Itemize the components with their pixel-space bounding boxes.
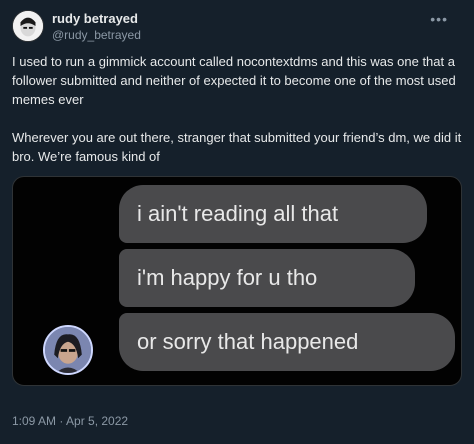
message-bubble: i ain't reading all that — [119, 185, 427, 243]
tweet-header: rudy betrayed @rudy_betrayed ••• — [12, 10, 462, 46]
author-handle[interactable]: @rudy_betrayed — [52, 27, 141, 43]
message-bubble: or sorry that happened — [119, 313, 455, 371]
tweet-card: rudy betrayed @rudy_betrayed ••• I used … — [0, 0, 474, 444]
author-names: rudy betrayed @rudy_betrayed — [52, 11, 141, 43]
tweet-media-image[interactable]: i ain't reading all that i'm happy for u… — [12, 176, 462, 386]
message-bubble: i'm happy for u tho — [119, 249, 415, 307]
tweet-paragraph: Wherever you are out there, stranger tha… — [12, 130, 462, 164]
author-avatar[interactable] — [12, 10, 44, 42]
sender-avatar — [43, 325, 93, 375]
tweet-timestamp[interactable]: 1:09 AM · Apr 5, 2022 — [12, 414, 128, 428]
author-display-name[interactable]: rudy betrayed — [52, 11, 141, 27]
tweet-text: I used to run a gimmick account called n… — [12, 52, 464, 185]
more-options-icon[interactable]: ••• — [430, 12, 448, 26]
tweet-paragraph: I used to run a gimmick account called n… — [12, 54, 456, 107]
avatar-image — [13, 11, 43, 41]
sender-avatar-image — [45, 327, 91, 373]
